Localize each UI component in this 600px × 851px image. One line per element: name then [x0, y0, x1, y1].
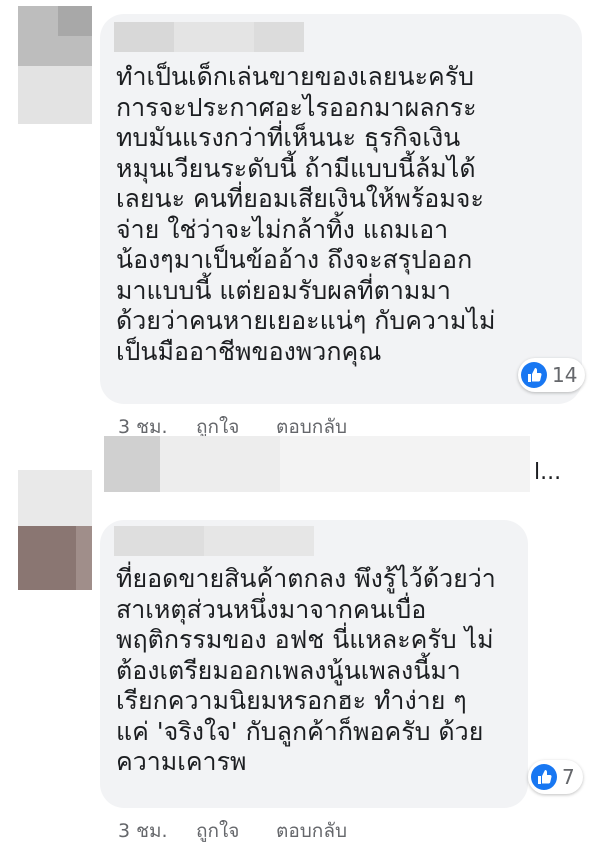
comment-timestamp[interactable]: 3 ชม.: [118, 816, 196, 846]
comment-actions: 3 ชม. ถูกใจ ตอบกลับ: [118, 816, 347, 846]
comment-text: ที่ยอดขายสินค้าตกลง พึงรู้ไว้ด้วยว่า สาเ…: [116, 564, 496, 776]
reply-link[interactable]: ตอบกลับ: [276, 816, 347, 846]
reaction-count: 7: [562, 765, 575, 789]
reaction-count-badge[interactable]: 14: [518, 358, 586, 392]
reaction-count-badge[interactable]: 7: [528, 760, 583, 794]
like-icon: [521, 362, 547, 388]
reply-preview-ellipsis[interactable]: l...: [534, 460, 561, 485]
like-link[interactable]: ถูกใจ: [196, 816, 276, 846]
comment-text: ทำเป็นเด็กเล่นขายของเลยนะครับ การจะประกา…: [116, 62, 496, 366]
like-icon: [531, 764, 557, 790]
commenter-name-blurred[interactable]: [114, 522, 334, 562]
reply-preview-blurred[interactable]: [104, 436, 564, 492]
commenter-avatar[interactable]: [18, 470, 92, 590]
commenter-name-blurred[interactable]: [114, 18, 314, 58]
reaction-count: 14: [552, 363, 578, 387]
commenter-avatar[interactable]: [18, 6, 92, 124]
